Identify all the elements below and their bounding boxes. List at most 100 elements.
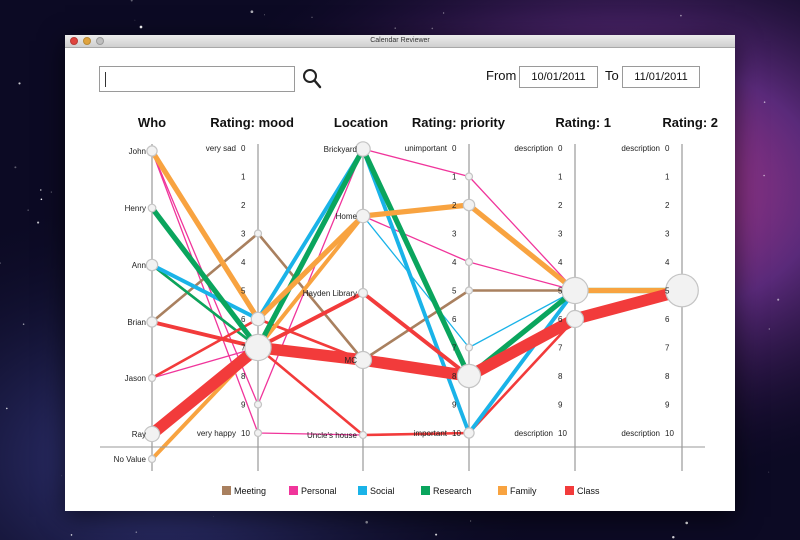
value-node[interactable]	[147, 454, 157, 464]
legend-label-family[interactable]: Family	[510, 486, 537, 496]
value-node[interactable]	[145, 258, 159, 272]
tick-label: 7	[558, 344, 563, 353]
value-node[interactable]	[146, 316, 158, 328]
star	[442, 12, 445, 14]
value-node[interactable]	[462, 198, 476, 212]
record-line-family[interactable]	[150, 203, 684, 461]
value-node[interactable]	[665, 273, 699, 308]
legend-swatch-meeting	[222, 486, 231, 495]
star	[40, 198, 43, 201]
star	[37, 221, 40, 224]
value-node[interactable]	[355, 208, 371, 224]
axis-title-r2[interactable]: Rating: 2	[662, 115, 718, 130]
value-node[interactable]	[146, 145, 158, 157]
star	[61, 475, 63, 477]
legend-label-social[interactable]: Social	[370, 486, 395, 496]
value-node[interactable]	[463, 427, 475, 439]
star	[22, 323, 25, 325]
tick-label: 6	[558, 315, 563, 324]
tick-label: 3	[452, 230, 457, 239]
value-node[interactable]	[147, 203, 157, 213]
app-window: Calendar Reviewer From 10/01/2011 To 11/…	[65, 35, 735, 511]
value-node[interactable]	[464, 257, 474, 267]
star	[134, 19, 136, 21]
tick-label: 4	[558, 258, 563, 267]
parallel-coordinates-chart[interactable]: Who John Henry Ann Brian Jason Ray No Value Rati…	[65, 35, 735, 511]
value-node[interactable]	[253, 428, 263, 438]
star	[18, 82, 21, 85]
tick-label: 10	[665, 429, 674, 438]
legend-label-personal[interactable]: Personal	[301, 486, 337, 496]
star	[768, 471, 770, 473]
tick-label: 10	[558, 429, 567, 438]
star	[431, 27, 434, 30]
tick-label: 8	[452, 372, 457, 381]
value-node[interactable]	[357, 287, 369, 299]
tick-label: Ray	[132, 430, 146, 439]
star	[139, 25, 143, 29]
legend-swatch-social	[358, 486, 367, 495]
value-node[interactable]	[456, 363, 482, 389]
star	[435, 533, 438, 536]
tick-label: 4	[452, 258, 457, 267]
legend-label-meeting[interactable]: Meeting	[234, 486, 266, 496]
tick-label: 3	[665, 230, 670, 239]
value-node[interactable]	[147, 373, 157, 383]
axis-title-priority[interactable]: Rating: priority	[412, 115, 506, 130]
tick-label: 5	[452, 287, 457, 296]
star	[14, 166, 17, 169]
value-node[interactable]	[561, 276, 589, 305]
tick-label: 8	[665, 372, 670, 381]
star	[70, 534, 73, 536]
legend-swatch-family	[498, 486, 507, 495]
axis-high-text: description	[621, 429, 660, 438]
tick-label: 1	[665, 173, 670, 182]
axis-title-r1[interactable]: Rating: 1	[555, 115, 611, 130]
axis-low-text: very sad	[206, 144, 236, 153]
value-node[interactable]	[250, 311, 266, 327]
tick-label: 4	[241, 258, 246, 267]
tick-label: Brian	[127, 318, 146, 327]
tick-label: 3	[241, 230, 246, 239]
tick-label: 6	[665, 315, 670, 324]
value-node[interactable]	[143, 425, 161, 443]
tick-label: Home	[336, 212, 358, 221]
tick-label: 5	[558, 287, 563, 296]
tick-label: John	[129, 147, 146, 156]
tick-label: 10	[241, 429, 250, 438]
value-node[interactable]	[464, 172, 474, 181]
value-node[interactable]	[253, 400, 263, 409]
axis-high-text: description	[514, 429, 553, 438]
value-node[interactable]	[464, 286, 474, 295]
tick-label: 8	[558, 372, 563, 381]
tick-label: Uncle's house	[307, 431, 358, 440]
star	[27, 209, 29, 211]
star	[264, 14, 265, 16]
legend-label-research[interactable]: Research	[433, 486, 472, 496]
axis-low-text: description	[621, 144, 660, 153]
axis-title-who[interactable]: Who	[138, 115, 166, 130]
value-node[interactable]	[353, 350, 373, 370]
legend-label-class[interactable]: Class	[577, 486, 600, 496]
tick-label: Ann	[132, 261, 146, 270]
value-node[interactable]	[358, 430, 368, 440]
value-node[interactable]	[355, 141, 371, 157]
axis-low-text: unimportant	[405, 144, 448, 153]
tick-label: 5	[241, 287, 246, 296]
value-node[interactable]	[464, 343, 474, 352]
tick-label: 0	[452, 144, 457, 153]
star	[394, 27, 396, 29]
star	[685, 521, 689, 525]
value-node[interactable]	[565, 309, 585, 329]
value-node[interactable]	[253, 229, 263, 238]
tick-label: 6	[241, 315, 246, 324]
star	[6, 407, 8, 410]
axis-title-mood[interactable]: Rating: mood	[210, 115, 294, 130]
tick-label: No Value	[114, 455, 147, 464]
star	[50, 191, 52, 193]
legend-swatch-class	[565, 486, 574, 495]
tick-label: 9	[665, 401, 670, 410]
axis-title-location[interactable]: Location	[334, 115, 388, 130]
tick-label: 2	[665, 201, 670, 210]
value-node[interactable]	[244, 333, 272, 362]
